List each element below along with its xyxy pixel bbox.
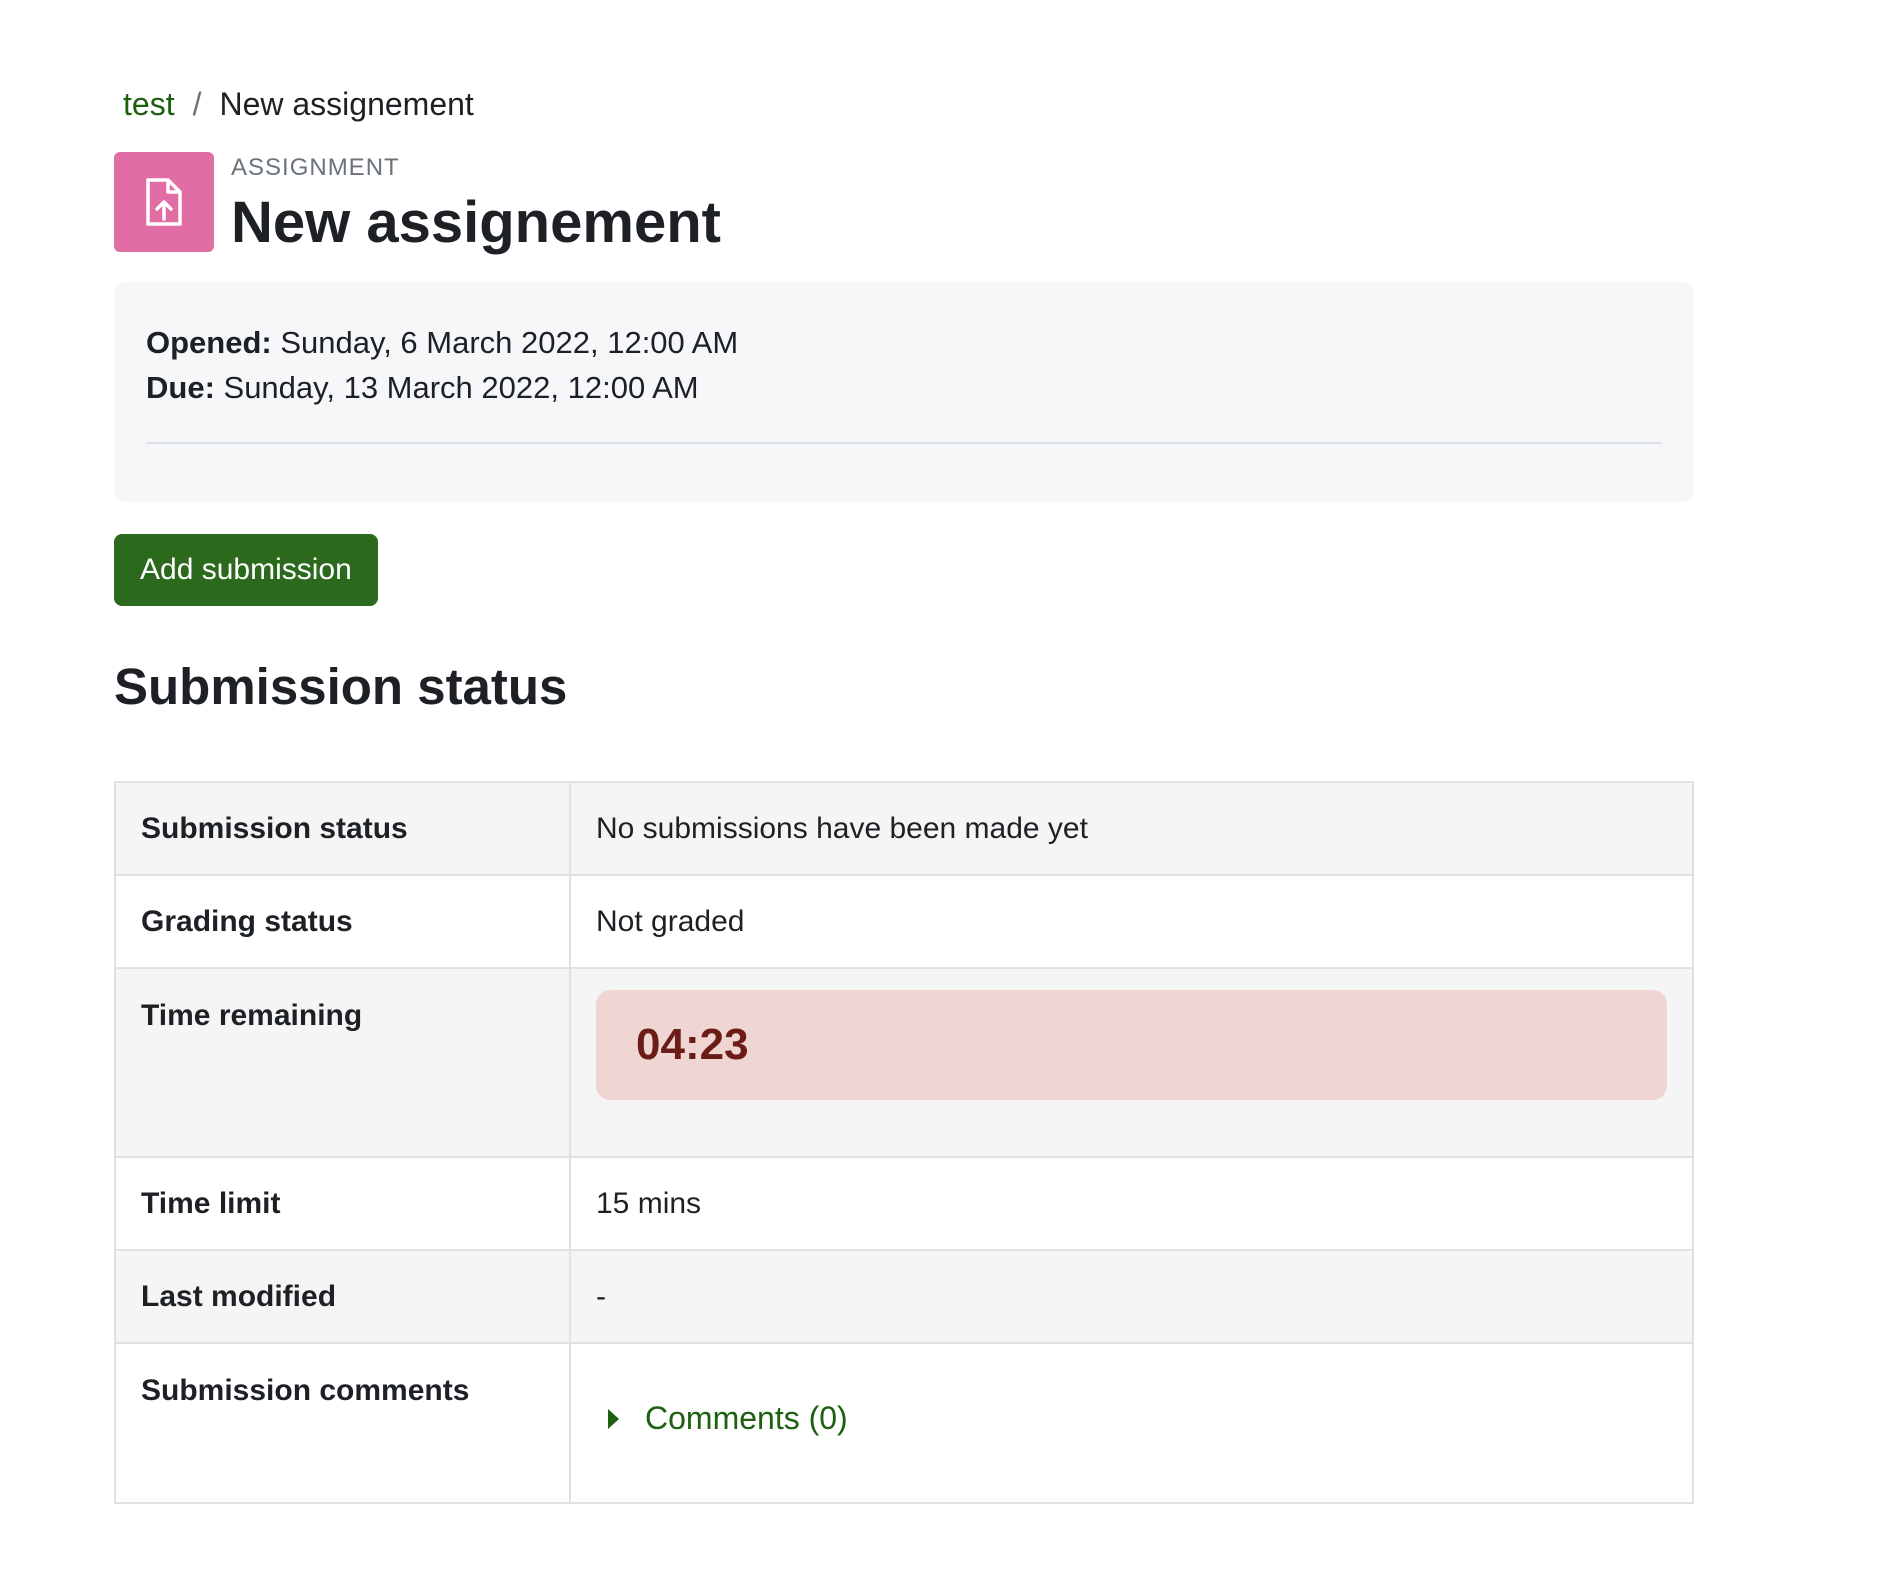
opened-label: Opened: — [146, 325, 272, 360]
caret-right-icon — [608, 1408, 619, 1429]
breadcrumb-course-link[interactable]: test — [123, 86, 175, 123]
row-label: Submission status — [114, 781, 571, 876]
comments-link-label: Comments (0) — [645, 1400, 848, 1436]
table-row: Grading status Not graded — [114, 874, 1694, 969]
table-row: Time limit 15 mins — [114, 1156, 1694, 1251]
breadcrumb-current: New assignement — [219, 86, 474, 122]
dates-divider — [146, 442, 1662, 444]
breadcrumb: test / New assignement — [123, 86, 474, 123]
opened-date: Opened: Sunday, 6 March 2022, 12:00 AM — [146, 320, 1662, 365]
table-row: Submission status No submissions have be… — [114, 781, 1694, 876]
breadcrumb-separator: / — [192, 86, 202, 122]
row-label: Last modified — [114, 1249, 571, 1344]
time-limit-value: 15 mins — [569, 1156, 1694, 1251]
row-label: Submission comments — [114, 1342, 571, 1504]
activity-dates: Opened: Sunday, 6 March 2022, 12:00 AM D… — [114, 282, 1694, 502]
due-date: Due: Sunday, 13 March 2022, 12:00 AM — [146, 365, 1662, 410]
submission-status-table: Submission status No submissions have be… — [114, 781, 1694, 1504]
row-label: Grading status — [114, 874, 571, 969]
table-row: Submission comments Comments (0) — [114, 1342, 1694, 1504]
page-header: ASSIGNMENT New assignement — [114, 152, 721, 257]
time-remaining-cell: 04:23 — [569, 967, 1694, 1158]
submission-status-heading: Submission status — [114, 658, 568, 715]
due-value: Sunday, 13 March 2022, 12:00 AM — [223, 370, 699, 405]
opened-value: Sunday, 6 March 2022, 12:00 AM — [280, 325, 739, 360]
file-upload-icon — [114, 152, 214, 252]
add-submission-button[interactable]: Add submission — [114, 534, 378, 606]
grading-status-value: Not graded — [569, 874, 1694, 969]
submission-status-value: No submissions have been made yet — [569, 781, 1694, 876]
due-label: Due: — [146, 370, 215, 405]
table-row: Time remaining 04:23 — [114, 967, 1694, 1158]
row-label: Time limit — [114, 1156, 571, 1251]
table-row: Last modified - — [114, 1249, 1694, 1344]
time-remaining-timer: 04:23 — [596, 990, 1667, 1100]
page-title: New assignement — [231, 190, 721, 255]
comments-toggle-link[interactable]: Comments (0) — [596, 1400, 1667, 1437]
last-modified-value: - — [569, 1249, 1694, 1344]
activity-type-label: ASSIGNMENT — [231, 154, 400, 181]
header-text: ASSIGNMENT New assignement — [231, 152, 721, 257]
submission-comments-cell: Comments (0) — [569, 1342, 1694, 1504]
row-label: Time remaining — [114, 967, 571, 1158]
